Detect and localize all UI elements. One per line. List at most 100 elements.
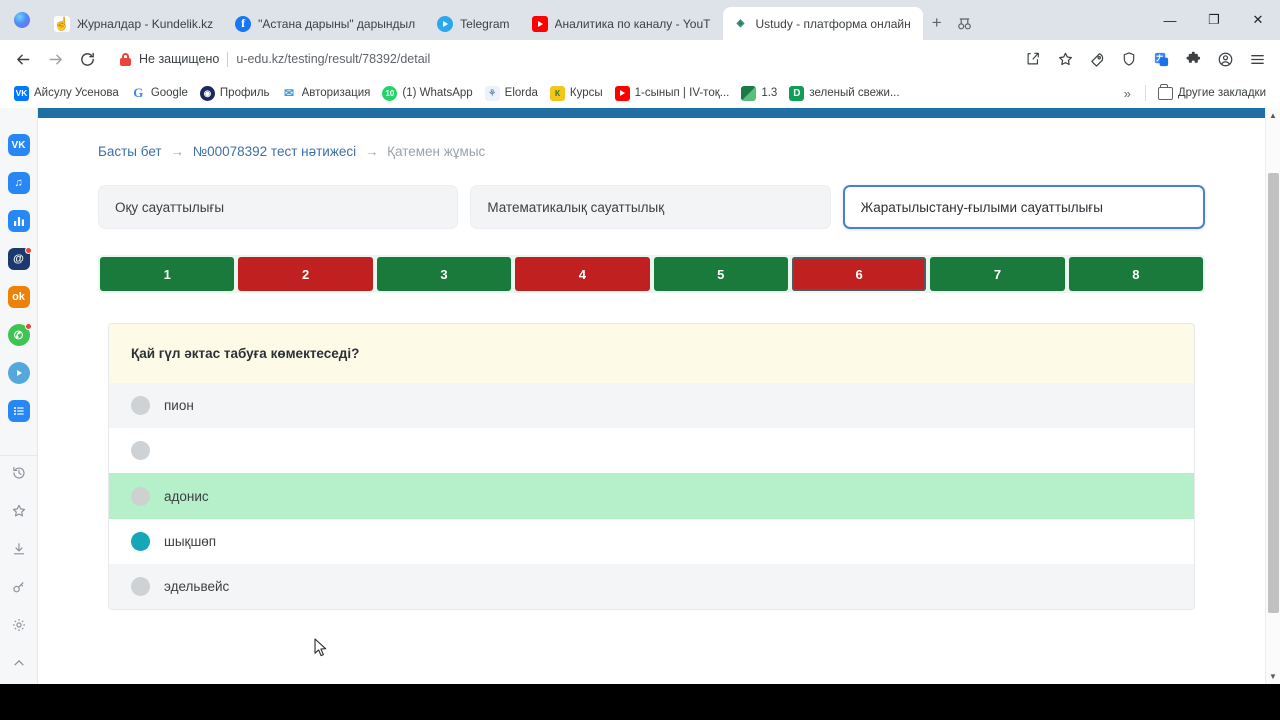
other-bookmarks-button[interactable]: Другие закладки	[1152, 84, 1272, 103]
new-tab-button[interactable]: +	[923, 9, 951, 37]
profile-avatar-icon[interactable]	[1210, 44, 1240, 74]
subject-tabs: Оқу сауаттылығы Математикалық сауаттылық…	[98, 185, 1205, 229]
settings-gear-icon	[11, 617, 27, 637]
browser-toolbar: Не защищено u-edu.kz/testing/result/7839…	[0, 40, 1280, 78]
bookmark-avtorizaciya[interactable]: ✉ Авторизация	[276, 83, 377, 104]
rail-settings-button[interactable]	[0, 608, 38, 646]
translate-icon[interactable]	[1146, 44, 1176, 74]
page-viewport: VK ♫ @ ok ✆ Басты бет → №00078392 тест н…	[0, 108, 1280, 684]
screen: ☝ Журналдар - Kundelik.kz f "Астана дары…	[0, 0, 1280, 720]
browser-tab-ustudy[interactable]: ◈ Ustudy - платформа онлайн	[722, 7, 923, 40]
question-button-3[interactable]: 3	[376, 257, 512, 291]
browser-menu-icon[interactable]	[1242, 44, 1272, 74]
breadcrumb-result-link[interactable]: №00078392 тест нәтижесі	[193, 144, 357, 159]
bookmark-whatsapp[interactable]: 10 (1) WhatsApp	[376, 83, 478, 104]
elorda-icon: ⚘	[484, 85, 500, 101]
question-button-1[interactable]: 1	[100, 257, 235, 291]
screen-letterbox-bottom	[0, 684, 1280, 720]
question-button-7[interactable]: 7	[930, 257, 1065, 291]
radio-icon[interactable]	[131, 441, 150, 460]
bookmarks-overflow-button[interactable]: »	[1116, 83, 1139, 104]
browser-tab-telegram[interactable]: Telegram	[427, 7, 521, 40]
scroll-down-arrow-icon[interactable]: ▼	[1266, 669, 1280, 684]
question-button-6[interactable]: 6	[791, 257, 927, 291]
answer-option-4-selected[interactable]: шықшөп	[109, 519, 1194, 564]
forward-button[interactable]	[40, 44, 70, 74]
subject-tab-math-literacy[interactable]: Математикалық сауаттылық	[470, 185, 831, 229]
address-bar[interactable]: Не защищено u-edu.kz/testing/result/7839…	[110, 45, 1010, 73]
bookmark-profil[interactable]: ◉ Профиль	[194, 83, 276, 104]
question-button-8[interactable]: 8	[1068, 257, 1203, 291]
scroll-up-arrow-icon[interactable]: ▲	[1266, 108, 1280, 123]
bookmark-google[interactable]: G Google	[125, 83, 194, 104]
favorites-star-icon	[11, 503, 27, 523]
close-button[interactable]: ✕	[1236, 0, 1280, 40]
radio-icon[interactable]	[131, 486, 150, 506]
bookmark-zelenyj-svezhij[interactable]: D зеленый свежи...	[783, 83, 905, 104]
vk-icon: VK	[14, 85, 29, 101]
answer-option-2[interactable]	[109, 428, 1194, 473]
scrollbar-track[interactable]	[1266, 123, 1280, 669]
question-button-2[interactable]: 2	[238, 257, 373, 291]
rail-item-telegram[interactable]	[0, 354, 38, 392]
youtube-favicon	[531, 15, 548, 32]
rail-item-list[interactable]	[0, 392, 38, 430]
question-button-5[interactable]: 5	[653, 257, 788, 291]
history-icon	[11, 465, 27, 485]
rail-collapse-button[interactable]	[0, 646, 38, 684]
shield-icon[interactable]	[1114, 44, 1144, 74]
rail-item-stats[interactable]	[0, 202, 38, 240]
answer-option-1[interactable]: пион	[109, 383, 1194, 428]
auth-icon: ✉	[281, 85, 297, 101]
subject-tab-science-literacy[interactable]: Жаратылыстану-ғылыми сауаттылығы	[842, 185, 1205, 229]
bookmark-elorda[interactable]: ⚘ Elorda	[479, 83, 544, 104]
bookmark-1synyp[interactable]: 1-сынып | IV-тоқ...	[609, 83, 736, 104]
back-button[interactable]	[8, 44, 38, 74]
profile-icon: ◉	[199, 85, 215, 101]
docs-icon: D	[789, 85, 805, 101]
bookmark-label: Курсы	[569, 87, 603, 99]
url-text: u-edu.kz/testing/result/78392/detail	[236, 52, 431, 66]
page-content: Басты бет → №00078392 тест нәтижесі → Қа…	[38, 118, 1265, 610]
rocket-icon[interactable]	[1082, 44, 1112, 74]
rail-item-music[interactable]: ♫	[0, 164, 38, 202]
reload-button[interactable]	[72, 44, 102, 74]
answer-option-3-correct[interactable]: адонис	[109, 473, 1194, 519]
tab-search-icon[interactable]	[951, 9, 979, 37]
bookmark-label: зеленый свежи...	[809, 87, 900, 99]
scrollbar-thumb[interactable]	[1267, 173, 1279, 613]
breadcrumb-home-link[interactable]: Басты бет	[98, 144, 162, 159]
other-bookmarks-label: Другие закладки	[1177, 87, 1266, 99]
subject-tab-reading-literacy[interactable]: Оқу сауаттылығы	[98, 185, 459, 229]
subject-tab-label: Оқу сауаттылығы	[115, 199, 225, 215]
security-status-label: Не защищено	[139, 52, 220, 66]
radio-icon[interactable]	[131, 577, 150, 596]
bookmark-vk[interactable]: VK Айсулу Усенова	[8, 83, 125, 104]
browser-tab-youtube-analytics[interactable]: Аналитика по каналу - YouT	[522, 7, 723, 40]
browser-tab-astana-daryny[interactable]: f "Астана дарыны" дарындыл	[225, 7, 427, 40]
rail-item-mail[interactable]: @	[0, 240, 38, 278]
bookmark-13[interactable]: 1.3	[735, 83, 783, 104]
rail-item-odnoklassniki[interactable]: ok	[0, 278, 38, 316]
bookmark-star-icon[interactable]	[1050, 44, 1080, 74]
question-button-4[interactable]: 4	[515, 257, 650, 291]
extensions-puzzle-icon[interactable]	[1178, 44, 1208, 74]
rail-item-vk[interactable]: VK	[0, 126, 38, 164]
rail-history-button[interactable]	[0, 456, 38, 494]
page-scrollbar[interactable]: ▲ ▼	[1265, 108, 1280, 684]
minimize-button[interactable]: —	[1148, 0, 1192, 40]
rail-passwords-button[interactable]	[0, 570, 38, 608]
browser-tab-kundelik[interactable]: ☝ Журналдар - Kundelik.kz	[44, 7, 225, 40]
youtube-icon	[614, 85, 630, 101]
rail-downloads-button[interactable]	[0, 532, 38, 570]
radio-icon-selected[interactable]	[131, 532, 150, 551]
maximize-button[interactable]: ❐	[1192, 0, 1236, 40]
rail-item-whatsapp[interactable]: ✆	[0, 316, 38, 354]
bookmark-kursy[interactable]: К Курсы	[544, 83, 609, 104]
radio-icon[interactable]	[131, 396, 150, 415]
rail-favorites-button[interactable]	[0, 494, 38, 532]
google-icon: G	[130, 85, 146, 101]
share-icon[interactable]	[1018, 44, 1048, 74]
breadcrumb-current: Қатемен жұмыс	[387, 144, 486, 159]
answer-option-5[interactable]: эдельвейс	[109, 564, 1194, 609]
